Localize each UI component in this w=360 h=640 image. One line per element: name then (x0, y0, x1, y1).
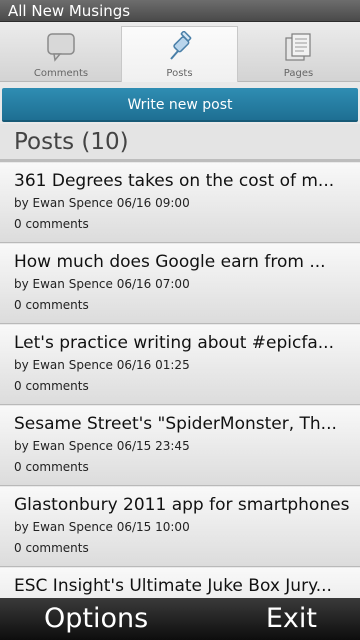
softkey-bar: Options Exit (0, 598, 360, 640)
post-title: How much does Google earn from ... (14, 252, 326, 272)
tab-posts[interactable]: Posts (121, 26, 238, 82)
tab-pages[interactable]: Pages (239, 26, 358, 82)
posts-header: Posts (10) (0, 124, 360, 162)
post-row[interactable]: ESC Insight's Ultimate Juke Box Jury... (0, 568, 360, 598)
app-title: All New Musings (0, 0, 360, 22)
post-row[interactable]: 361 Degrees takes on the cost of m... by… (0, 163, 360, 243)
post-row[interactable]: Let's practice writing about #epicfa... … (0, 325, 360, 405)
tab-posts-label: Posts (166, 68, 193, 79)
post-title: Sesame Street's "SpiderMonster, Th... (14, 414, 337, 434)
tab-pages-label: Pages (283, 68, 314, 79)
post-title: Glastonbury 2011 app for smartphones (14, 495, 350, 515)
post-comment-count: 0 comments (14, 460, 89, 474)
pushpin-icon (169, 31, 191, 60)
post-comment-count: 0 comments (14, 298, 89, 312)
post-row[interactable]: How much does Google earn from ... by Ew… (0, 244, 360, 324)
pages-icon (284, 33, 311, 61)
post-meta: by Ewan Spence 06/15 23:45 (14, 439, 190, 453)
post-comment-count: 0 comments (14, 379, 89, 393)
tab-comments[interactable]: Comments (2, 26, 120, 82)
post-comment-count: 0 comments (14, 217, 89, 231)
options-softkey[interactable]: Options (44, 598, 148, 640)
post-meta: by Ewan Spence 06/16 01:25 (14, 358, 190, 372)
post-meta: by Ewan Spence 06/15 10:00 (14, 520, 190, 534)
post-meta: by Ewan Spence 06/16 07:00 (14, 277, 190, 291)
exit-softkey[interactable]: Exit (266, 598, 317, 640)
tab-comments-label: Comments (33, 68, 89, 79)
post-title: 361 Degrees takes on the cost of m... (14, 171, 335, 191)
post-row[interactable]: Glastonbury 2011 app for smartphones by … (0, 487, 360, 567)
post-meta: by Ewan Spence 06/16 09:00 (14, 196, 190, 210)
speech-bubble-icon (47, 33, 75, 62)
post-list: 361 Degrees takes on the cost of m... by… (0, 163, 360, 598)
post-title: Let's practice writing about #epicfa... (14, 333, 334, 353)
post-title: ESC Insight's Ultimate Juke Box Jury... (14, 576, 332, 596)
write-new-post-button[interactable]: Write new post (2, 88, 358, 122)
post-row[interactable]: Sesame Street's "SpiderMonster, Th... by… (0, 406, 360, 486)
tab-bar: Comments Posts Pages (0, 22, 360, 82)
post-comment-count: 0 comments (14, 541, 89, 555)
